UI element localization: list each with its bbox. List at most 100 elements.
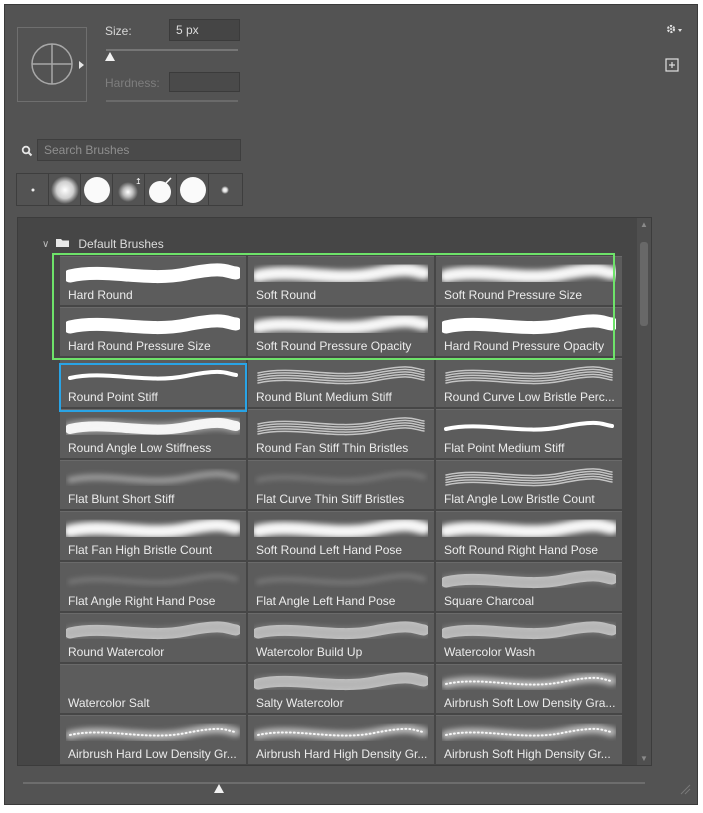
brush-preset-label: Round Curve Low Bristle Perc... [444, 390, 615, 404]
recent-brush-hard-large-2[interactable] [177, 174, 209, 205]
recent-brush-hard-dot[interactable] [17, 174, 49, 205]
brush-preset-item[interactable]: Soft Round Left Hand Pose [248, 511, 434, 560]
brush-preset-label: Soft Round Pressure Opacity [256, 339, 412, 353]
brush-preset-item[interactable]: Round Fan Stiff Thin Bristles [248, 409, 434, 458]
brush-preset-item[interactable]: Square Charcoal [436, 562, 622, 611]
brush-preset-item[interactable]: Watercolor Salt [60, 664, 246, 713]
new-brush-icon[interactable] [665, 58, 679, 75]
brush-stroke-preview [251, 262, 431, 286]
brush-preset-label: Round Angle Low Stiffness [68, 441, 212, 455]
brush-preset-label: Airbrush Hard High Density Gr... [256, 747, 428, 761]
recent-brush-soft-large[interactable] [49, 174, 81, 205]
brush-preset-label: Soft Round Left Hand Pose [256, 543, 403, 557]
brush-preset-label: Watercolor Build Up [256, 645, 363, 659]
brush-preset-item[interactable]: Round Angle Low Stiffness [60, 409, 246, 458]
brush-preset-label: Round Watercolor [68, 645, 165, 659]
brush-stroke-preview [439, 517, 619, 541]
brush-preset-label: Flat Angle Low Bristle Count [444, 492, 595, 506]
brush-preset-label: Flat Point Medium Stiff [444, 441, 565, 455]
brush-preset-item[interactable]: Airbrush Hard Low Density Gr... [60, 715, 246, 764]
brush-stroke-preview [251, 517, 431, 541]
brush-preset-item[interactable]: Round Point Stiff [60, 358, 246, 407]
brush-preset-item[interactable]: Flat Point Medium Stiff [436, 409, 622, 458]
scroll-down-icon[interactable]: ▼ [640, 754, 648, 763]
chevron-down-icon[interactable]: ∨ [42, 239, 49, 250]
brush-preset-item[interactable]: Airbrush Hard High Density Gr... [248, 715, 434, 764]
scroll-up-icon[interactable]: ▲ [640, 220, 648, 229]
folder-default-brushes[interactable]: ∨ Default Brushes [42, 234, 164, 254]
brush-tip-preview[interactable] [17, 27, 87, 102]
brush-preset-item[interactable]: Round Blunt Medium Stiff [248, 358, 434, 407]
brush-stroke-preview [253, 721, 429, 745]
size-slider-track[interactable] [106, 49, 238, 51]
search-input[interactable]: Search Brushes [37, 139, 241, 161]
brush-preset-item[interactable]: Hard Round Pressure Size [60, 307, 246, 356]
svg-text:↥: ↥ [135, 177, 142, 186]
vertical-scrollbar[interactable]: ▲ ▼ [637, 218, 651, 765]
brush-preset-label: Hard Round Pressure Size [68, 339, 211, 353]
brush-preset-item[interactable]: Soft Round Pressure Opacity [248, 307, 434, 356]
brush-preset-item[interactable]: Soft Round Right Hand Pose [436, 511, 622, 560]
brush-preset-item[interactable]: Flat Angle Low Bristle Count [436, 460, 622, 509]
folder-label: Default Brushes [78, 237, 164, 251]
brush-preset-item[interactable]: Airbrush Soft Low Density Gra... [436, 664, 622, 713]
brush-preset-item[interactable]: Salty Watercolor [248, 664, 434, 713]
brush-preset-label: Airbrush Hard Low Density Gr... [68, 747, 237, 761]
brush-stroke-preview [63, 415, 243, 439]
brush-preset-item[interactable]: Flat Angle Right Hand Pose [60, 562, 246, 611]
brush-stroke-preview [439, 619, 619, 643]
recent-brushes-bar: ↥ [16, 173, 243, 206]
brush-stroke-preview [63, 517, 243, 541]
brush-preset-item[interactable]: Hard Round [60, 256, 246, 305]
brush-preset-item[interactable]: Hard Round Pressure Opacity [436, 307, 622, 356]
brush-preset-label: Soft Round Pressure Size [444, 288, 583, 302]
hardness-slider-track[interactable] [106, 100, 238, 102]
brush-preset-label: Hard Round Pressure Opacity [444, 339, 605, 353]
brush-preset-label: Watercolor Wash [444, 645, 536, 659]
brush-stroke-preview [66, 466, 240, 490]
search-icon [21, 144, 33, 162]
brush-preset-item[interactable]: Round Curve Low Bristle Perc... [436, 358, 622, 407]
preview-menu-arrow-icon[interactable] [79, 61, 84, 69]
brush-stroke-preview [442, 466, 616, 490]
brush-list[interactable]: ∨ Default Brushes Hard Round Soft Round So… [17, 217, 652, 766]
brush-stroke-preview [66, 568, 240, 592]
brush-preset-label: Flat Angle Right Hand Pose [68, 594, 216, 608]
brush-preset-item[interactable]: Flat Curve Thin Stiff Bristles [248, 460, 434, 509]
brush-preset-item[interactable]: Soft Round [248, 256, 434, 305]
brush-stroke-preview [63, 619, 243, 643]
brush-preset-item[interactable]: Flat Fan High Bristle Count [60, 511, 246, 560]
gear-icon[interactable] [665, 23, 683, 38]
resize-grip-icon[interactable] [679, 782, 691, 800]
brush-stroke-preview [442, 415, 616, 439]
brush-preset-label: Soft Round Right Hand Pose [444, 543, 599, 557]
brush-preset-item[interactable]: Watercolor Build Up [248, 613, 434, 662]
brush-preset-label: Flat Fan High Bristle Count [68, 543, 213, 557]
brush-stroke-preview [65, 721, 241, 745]
thumbnail-size-slider-track[interactable] [23, 782, 645, 784]
hardness-label: Hardness: [105, 76, 160, 90]
brush-preset-label: Airbrush Soft High Density Gr... [444, 747, 611, 761]
brush-preset-item[interactable]: Watercolor Wash [436, 613, 622, 662]
brush-stroke-preview [439, 262, 619, 286]
brush-preset-item[interactable]: Flat Angle Left Hand Pose [248, 562, 434, 611]
recent-brush-soft-small[interactable] [209, 174, 241, 205]
size-field[interactable]: 5 px [169, 19, 240, 41]
recent-brush-soft-pressure[interactable]: ↥ [113, 174, 145, 205]
scrollbar-thumb[interactable] [640, 242, 648, 326]
brush-preset-label: Soft Round [256, 288, 317, 302]
brushes-panel: Size: 5 px Hardness: Search Brushes ↥ ∨ … [4, 4, 698, 805]
brush-preset-item[interactable]: Airbrush Soft High Density Gr... [436, 715, 622, 764]
brush-preset-item[interactable]: Flat Blunt Short Stiff [60, 460, 246, 509]
recent-brush-hard-large[interactable] [81, 174, 113, 205]
brush-stroke-preview [439, 313, 619, 337]
brush-stroke-preview [254, 466, 428, 490]
brush-preset-item[interactable]: Soft Round Pressure Size [436, 256, 622, 305]
hardness-field[interactable] [169, 72, 240, 92]
size-label: Size: [105, 24, 132, 38]
brush-preset-label: Watercolor Salt [68, 696, 150, 710]
brush-stroke-preview [251, 670, 431, 694]
folder-icon [55, 237, 70, 251]
recent-brush-hard-pressure[interactable] [145, 174, 177, 205]
brush-preset-item[interactable]: Round Watercolor [60, 613, 246, 662]
